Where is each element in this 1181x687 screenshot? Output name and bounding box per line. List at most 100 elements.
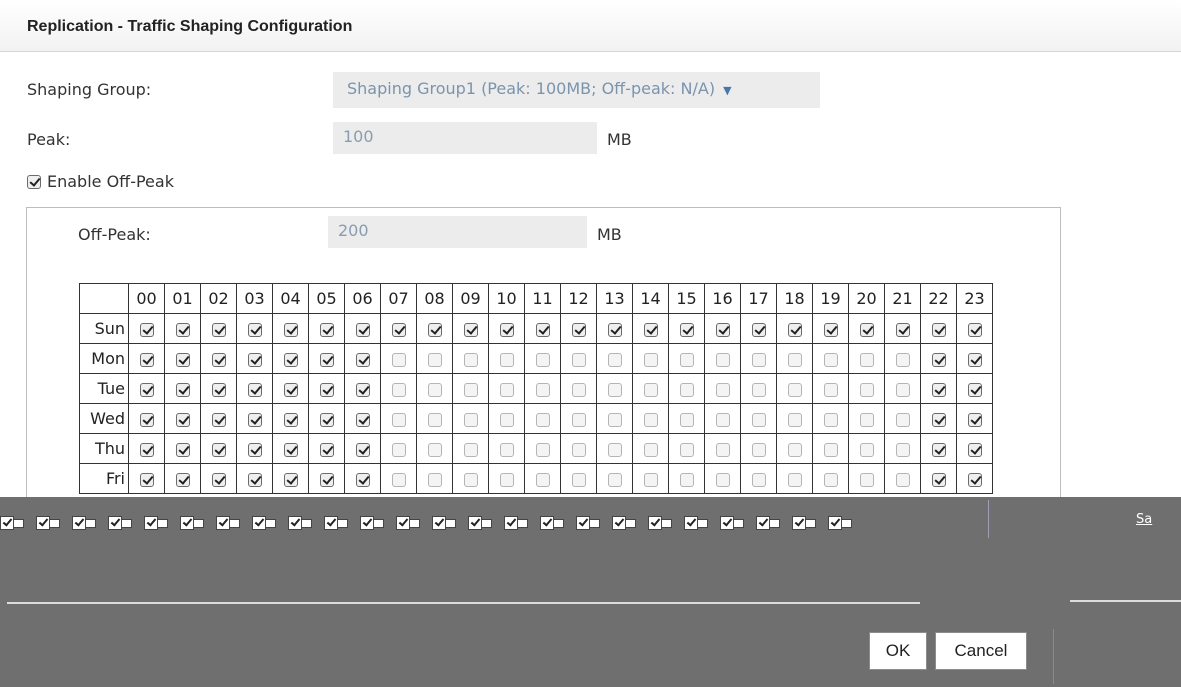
schedule-checkbox[interactable]: [895, 322, 910, 337]
schedule-checkbox[interactable]: [607, 322, 622, 337]
cancel-button[interactable]: Cancel: [935, 632, 1027, 670]
schedule-checkbox[interactable]: [283, 412, 298, 427]
schedule-checkbox[interactable]: [499, 442, 514, 457]
schedule-checkbox[interactable]: [355, 382, 370, 397]
schedule-checkbox[interactable]: [607, 382, 622, 397]
schedule-checkbox[interactable]: [751, 352, 766, 367]
schedule-checkbox[interactable]: [679, 322, 694, 337]
schedule-checkbox[interactable]: [679, 472, 694, 487]
schedule-checkbox[interactable]: [391, 442, 406, 457]
schedule-checkbox[interactable]: [787, 412, 802, 427]
schedule-checkbox[interactable]: [859, 322, 874, 337]
schedule-checkbox[interactable]: [355, 412, 370, 427]
schedule-checkbox[interactable]: [175, 382, 190, 397]
peak-input[interactable]: 100: [333, 122, 597, 154]
schedule-checkbox[interactable]: [211, 322, 226, 337]
schedule-checkbox[interactable]: [787, 472, 802, 487]
schedule-checkbox[interactable]: [751, 472, 766, 487]
schedule-checkbox[interactable]: [247, 382, 262, 397]
schedule-checkbox[interactable]: [715, 322, 730, 337]
schedule-checkbox[interactable]: [967, 472, 982, 487]
offpeak-input[interactable]: 200: [328, 216, 587, 248]
schedule-checkbox[interactable]: [895, 472, 910, 487]
schedule-checkbox[interactable]: [355, 472, 370, 487]
schedule-checkbox[interactable]: [175, 352, 190, 367]
schedule-checkbox[interactable]: [535, 352, 550, 367]
schedule-checkbox[interactable]: [211, 382, 226, 397]
schedule-checkbox[interactable]: [535, 442, 550, 457]
schedule-checkbox[interactable]: [571, 382, 586, 397]
schedule-checkbox[interactable]: [283, 472, 298, 487]
schedule-checkbox[interactable]: [211, 442, 226, 457]
schedule-checkbox[interactable]: [139, 412, 154, 427]
schedule-checkbox[interactable]: [859, 382, 874, 397]
schedule-checkbox[interactable]: [535, 382, 550, 397]
schedule-checkbox[interactable]: [607, 472, 622, 487]
schedule-checkbox[interactable]: [751, 322, 766, 337]
schedule-checkbox[interactable]: [643, 472, 658, 487]
schedule-checkbox[interactable]: [319, 382, 334, 397]
schedule-checkbox[interactable]: [823, 352, 838, 367]
schedule-checkbox[interactable]: [859, 442, 874, 457]
schedule-checkbox[interactable]: [283, 382, 298, 397]
schedule-checkbox[interactable]: [391, 382, 406, 397]
schedule-checkbox[interactable]: [751, 382, 766, 397]
schedule-checkbox[interactable]: [463, 382, 478, 397]
schedule-checkbox[interactable]: [319, 352, 334, 367]
schedule-checkbox[interactable]: [643, 382, 658, 397]
shaping-group-select[interactable]: Shaping Group1 (Peak: 100MB; Off-peak: N…: [333, 72, 820, 108]
schedule-checkbox[interactable]: [931, 442, 946, 457]
schedule-checkbox[interactable]: [247, 412, 262, 427]
schedule-checkbox[interactable]: [319, 412, 334, 427]
enable-offpeak-row[interactable]: Enable Off-Peak: [27, 172, 174, 191]
schedule-checkbox[interactable]: [391, 322, 406, 337]
schedule-checkbox[interactable]: [463, 442, 478, 457]
schedule-checkbox[interactable]: [535, 412, 550, 427]
schedule-checkbox[interactable]: [175, 412, 190, 427]
schedule-checkbox[interactable]: [643, 442, 658, 457]
schedule-checkbox[interactable]: [715, 442, 730, 457]
schedule-checkbox[interactable]: [823, 322, 838, 337]
schedule-checkbox[interactable]: [859, 472, 874, 487]
schedule-checkbox[interactable]: [427, 442, 442, 457]
schedule-checkbox[interactable]: [499, 472, 514, 487]
ok-button[interactable]: OK: [869, 632, 927, 670]
schedule-checkbox[interactable]: [283, 442, 298, 457]
schedule-checkbox[interactable]: [319, 442, 334, 457]
schedule-checkbox[interactable]: [427, 412, 442, 427]
schedule-checkbox[interactable]: [607, 412, 622, 427]
schedule-checkbox[interactable]: [715, 352, 730, 367]
schedule-checkbox[interactable]: [355, 442, 370, 457]
schedule-checkbox[interactable]: [931, 472, 946, 487]
schedule-checkbox[interactable]: [571, 322, 586, 337]
schedule-checkbox[interactable]: [607, 442, 622, 457]
schedule-checkbox[interactable]: [139, 352, 154, 367]
schedule-checkbox[interactable]: [463, 352, 478, 367]
schedule-checkbox[interactable]: [967, 322, 982, 337]
schedule-checkbox[interactable]: [211, 472, 226, 487]
schedule-checkbox[interactable]: [823, 412, 838, 427]
schedule-checkbox[interactable]: [427, 352, 442, 367]
schedule-checkbox[interactable]: [895, 382, 910, 397]
schedule-checkbox[interactable]: [931, 352, 946, 367]
schedule-checkbox[interactable]: [175, 442, 190, 457]
schedule-checkbox[interactable]: [823, 472, 838, 487]
schedule-checkbox[interactable]: [787, 382, 802, 397]
schedule-checkbox[interactable]: [679, 352, 694, 367]
schedule-checkbox[interactable]: [679, 382, 694, 397]
schedule-checkbox[interactable]: [499, 412, 514, 427]
schedule-checkbox[interactable]: [247, 322, 262, 337]
schedule-checkbox[interactable]: [823, 382, 838, 397]
schedule-checkbox[interactable]: [535, 322, 550, 337]
schedule-checkbox[interactable]: [319, 472, 334, 487]
schedule-checkbox[interactable]: [463, 412, 478, 427]
schedule-checkbox[interactable]: [391, 472, 406, 487]
schedule-checkbox[interactable]: [427, 322, 442, 337]
schedule-checkbox[interactable]: [247, 442, 262, 457]
schedule-checkbox[interactable]: [139, 442, 154, 457]
schedule-checkbox[interactable]: [427, 382, 442, 397]
schedule-checkbox[interactable]: [463, 322, 478, 337]
schedule-checkbox[interactable]: [139, 322, 154, 337]
schedule-checkbox[interactable]: [247, 352, 262, 367]
schedule-checkbox[interactable]: [715, 412, 730, 427]
